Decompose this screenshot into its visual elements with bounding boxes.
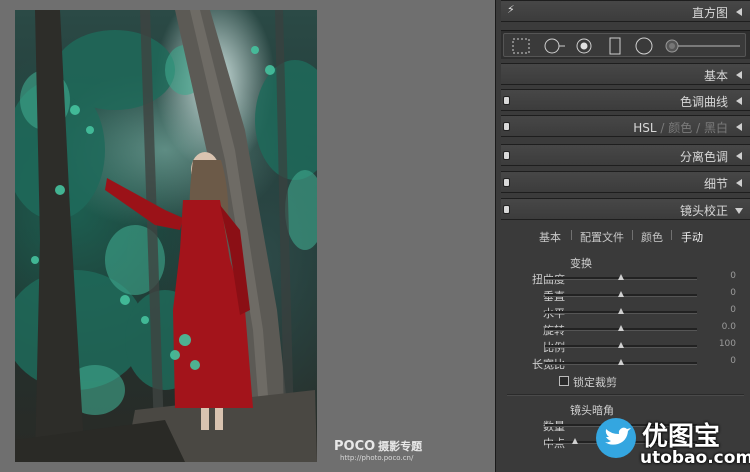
transform-row: 比例100 [501, 338, 750, 354]
hsl-sep: / [660, 121, 665, 135]
transform-row: 扭曲度0 [501, 270, 750, 286]
poco-watermark: POCO 摄影专题 [334, 438, 422, 454]
collapse-arrow-icon[interactable] [736, 97, 742, 105]
hsl-tab[interactable]: HSL [633, 121, 656, 135]
poco-brand: POCO [334, 439, 376, 454]
transform-row: 长宽比0 [501, 355, 750, 371]
transform-slider-thumb[interactable] [618, 291, 624, 297]
panel-switch-icon[interactable] [504, 97, 509, 104]
collapse-arrow-icon[interactable] [736, 71, 742, 79]
tab-divider [571, 230, 572, 240]
transform-slider-thumb[interactable] [618, 274, 624, 280]
transform-slider-thumb[interactable] [618, 342, 624, 348]
lock-crop-checkbox[interactable] [559, 376, 569, 386]
transform-value[interactable]: 0 [730, 356, 736, 366]
poco-brand-sub: 摄影专题 [378, 440, 423, 453]
lens-tabs: 基本 配置文件 颜色 手动 [501, 224, 750, 244]
transform-value[interactable]: 0.0 [722, 322, 736, 332]
basic-header[interactable]: 基本 [501, 63, 750, 85]
tab-divider [671, 230, 672, 240]
hsl-title-group: HSL / 颜色 / 黑白 [633, 119, 728, 136]
panel-switch-icon[interactable] [504, 152, 509, 159]
adjustment-brush-slider[interactable] [664, 37, 744, 55]
lens-tab-basic[interactable]: 基本 [539, 229, 561, 245]
lock-crop-label: 锁定裁剪 [573, 376, 617, 389]
bird-logo-icon [596, 418, 636, 458]
expand-arrow-icon[interactable] [735, 208, 743, 214]
split-toning-header[interactable]: 分离色调 [501, 144, 750, 166]
vignetting-slider-thumb[interactable] [572, 438, 579, 444]
transform-slider-thumb[interactable] [618, 325, 624, 331]
lens-tab-color[interactable]: 颜色 [641, 229, 663, 245]
site-logo-en: utobao.com [640, 448, 750, 468]
detail-title: 细节 [703, 177, 728, 191]
color-tab[interactable]: 颜色 [668, 121, 692, 135]
collapse-arrow-icon[interactable] [736, 8, 742, 16]
transform-slider-thumb[interactable] [618, 308, 624, 314]
tool-strip-frame [503, 33, 746, 57]
transform-title: 变换 [570, 257, 592, 270]
basic-title: 基本 [703, 69, 728, 83]
tone-curve-header[interactable]: 色调曲线 [501, 89, 750, 111]
split-toning-title: 分离色调 [679, 150, 728, 164]
transform-value[interactable]: 100 [719, 339, 736, 349]
histogram-title: 直方图 [691, 6, 728, 20]
lens-correction-header[interactable]: 镜头校正 [501, 198, 750, 220]
lens-tab-profile[interactable]: 配置文件 [580, 229, 624, 245]
lens-correction-title: 镜头校正 [679, 204, 728, 218]
hsl-header[interactable]: HSL / 颜色 / 黑白 [501, 115, 750, 137]
photo-preview[interactable] [15, 10, 317, 462]
tool-strip [501, 30, 750, 59]
transform-slider-thumb[interactable] [618, 359, 624, 365]
collapse-arrow-icon[interactable] [736, 123, 742, 131]
transform-value[interactable]: 0 [730, 271, 736, 281]
panel-switch-icon[interactable] [504, 123, 509, 130]
tab-divider [632, 230, 633, 240]
section-divider [507, 394, 744, 396]
histogram-header[interactable]: ⚡ 直方图 [501, 0, 750, 22]
transform-row: 垂直0 [501, 287, 750, 303]
site-logo: 优图宝 utobao.com [596, 414, 750, 472]
develop-panel: ⚡ 直方图 基本 色调曲线 HSL / 颜色 / 黑白 分离色调 细节 镜头校正… [501, 0, 750, 472]
panel-switch-icon[interactable] [504, 206, 509, 213]
collapse-arrow-icon[interactable] [736, 152, 742, 160]
collapse-arrow-icon[interactable] [736, 179, 742, 187]
hsl-sep: / [696, 121, 701, 135]
tone-curve-title: 色调曲线 [679, 95, 728, 109]
panel-switch-icon[interactable] [504, 179, 509, 186]
red-eye-icon[interactable] [574, 37, 594, 55]
transform-row: 旋转0.0 [501, 321, 750, 337]
spot-removal-icon[interactable] [542, 37, 568, 55]
radial-filter-icon[interactable] [634, 37, 654, 55]
photo-canvas: POCO 摄影专题 http://photo.poco.cn/ [0, 0, 495, 472]
transform-value[interactable]: 0 [730, 288, 736, 298]
lightning-icon[interactable]: ⚡ [507, 3, 515, 16]
transform-value[interactable]: 0 [730, 305, 736, 315]
lens-tab-manual[interactable]: 手动 [681, 229, 703, 245]
graduated-filter-icon[interactable] [606, 37, 624, 55]
detail-header[interactable]: 细节 [501, 171, 750, 193]
transform-row: 水平0 [501, 304, 750, 320]
crop-overlay-icon[interactable] [510, 37, 532, 55]
poco-url: http://photo.poco.cn/ [340, 454, 414, 462]
forest-photo-image [15, 10, 317, 462]
bw-tab[interactable]: 黑白 [704, 121, 728, 135]
